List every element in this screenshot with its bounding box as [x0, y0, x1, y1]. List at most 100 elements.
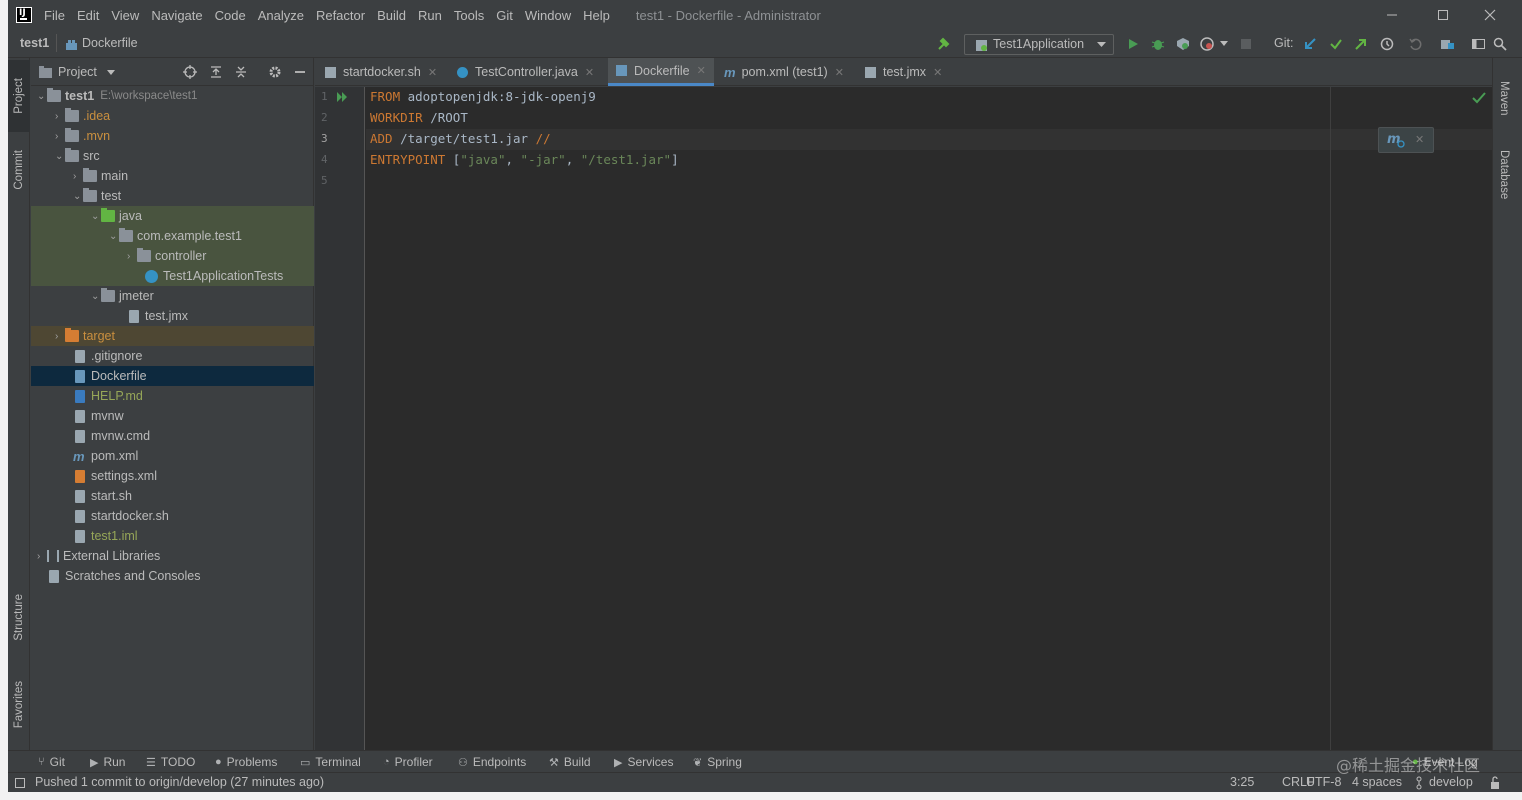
toggle-tool-windows-icon[interactable] [14, 777, 26, 789]
breadcrumb-file[interactable]: Dockerfile [82, 36, 138, 50]
menu-file[interactable]: File [44, 8, 65, 23]
close-tab-icon[interactable]: ✕ [835, 66, 844, 79]
run-configuration-select[interactable]: Test1Application [964, 34, 1114, 55]
debug-icon[interactable] [1151, 37, 1165, 51]
menu-code[interactable]: Code [215, 8, 246, 23]
presentation-mode-icon[interactable] [1471, 37, 1486, 51]
tool-endpoints[interactable]: ⚇ Endpoints [458, 755, 526, 769]
close-tab-icon[interactable]: ✕ [933, 66, 942, 79]
tool-tab-structure[interactable]: Structure [8, 580, 30, 654]
chevron-down-icon[interactable]: ⌄ [109, 231, 119, 242]
tool-tab-favorites[interactable]: Favorites [8, 668, 30, 742]
chevron-right-icon[interactable]: › [73, 171, 83, 182]
menu-tools[interactable]: Tools [454, 8, 484, 23]
tree-item-test1applicationtests[interactable]: Test1ApplicationTests [31, 266, 314, 286]
close-tab-icon[interactable]: ✕ [585, 66, 594, 79]
tool-git[interactable]: ⑂ Git [38, 755, 65, 769]
chevron-down-icon[interactable] [107, 70, 115, 75]
menu-window[interactable]: Window [525, 8, 571, 23]
chevron-down-icon[interactable]: ⌄ [55, 151, 65, 162]
code-editor[interactable]: 1 2 3 4 5 FROM adoptopenjdk:8-jdk-openj9… [315, 87, 1492, 750]
rollback-icon[interactable] [1408, 37, 1422, 51]
chevron-down-icon[interactable]: ⌄ [73, 191, 83, 202]
collapse-all-icon[interactable] [234, 65, 248, 79]
git-update-icon[interactable] [1303, 37, 1317, 51]
menu-navigate[interactable]: Navigate [151, 8, 202, 23]
tab-pom-xml[interactable]: m pom.xml (test1) ✕ [716, 58, 852, 86]
tree-item-target[interactable]: › target [31, 326, 314, 346]
git-push-icon[interactable] [1354, 37, 1368, 51]
menu-edit[interactable]: Edit [77, 8, 99, 23]
chevron-right-icon[interactable]: › [37, 551, 47, 562]
tree-item-controller[interactable]: › controller [31, 246, 314, 266]
menu-git[interactable]: Git [496, 8, 513, 23]
inspection-ok-check-icon[interactable] [1472, 92, 1486, 104]
tool-services[interactable]: ▶ Services [614, 755, 673, 769]
menu-refactor[interactable]: Refactor [316, 8, 365, 23]
close-popup-icon[interactable]: ✕ [1415, 133, 1424, 146]
history-clock-icon[interactable] [1380, 37, 1394, 51]
git-commit-check-icon[interactable] [1329, 37, 1343, 51]
chevron-right-icon[interactable]: › [127, 251, 137, 262]
run-gutter-icon[interactable] [337, 92, 348, 102]
chevron-down-icon[interactable]: ⌄ [91, 211, 101, 222]
menu-analyze[interactable]: Analyze [258, 8, 304, 23]
tree-item-scratches[interactable]: Scratches and Consoles [31, 566, 314, 586]
menu-build[interactable]: Build [377, 8, 406, 23]
tab-testcontroller-java[interactable]: TestController.java ✕ [449, 58, 602, 86]
tab-test-jmx[interactable]: test.jmx ✕ [857, 58, 950, 86]
menu-view[interactable]: View [111, 8, 139, 23]
breadcrumb-project[interactable]: test1 [20, 36, 49, 50]
build-hammer-icon[interactable] [936, 36, 952, 52]
tree-item-mvnw[interactable]: mvnw [31, 406, 314, 426]
coverage-icon[interactable] [1176, 37, 1190, 51]
minimize-icon[interactable] [1384, 7, 1400, 23]
close-tab-icon[interactable]: ✕ [697, 64, 706, 77]
tree-item-src[interactable]: ⌄ src [31, 146, 314, 166]
status-message[interactable]: Pushed 1 commit to origin/develop (27 mi… [35, 775, 324, 789]
git-branch[interactable]: develop [1429, 775, 1473, 789]
caret-position[interactable]: 3:25 [1230, 775, 1254, 789]
chevron-down-icon[interactable]: ⌄ [91, 291, 101, 302]
tab-dockerfile[interactable]: Dockerfile ✕ [608, 58, 714, 86]
gear-icon[interactable] [268, 65, 282, 79]
tree-item-java[interactable]: ⌄ java [31, 206, 314, 226]
project-view-selector[interactable]: Project [58, 65, 97, 79]
chevron-down-icon[interactable] [1220, 41, 1228, 46]
file-encoding[interactable]: UTF-8 [1306, 775, 1341, 789]
tool-build[interactable]: ⚒ Build [549, 755, 591, 769]
tab-startdocker-sh[interactable]: startdocker.sh ✕ [317, 58, 445, 86]
tool-todo[interactable]: ☰ TODO [146, 755, 195, 769]
tree-item-test-jmx[interactable]: test.jmx [31, 306, 314, 326]
search-icon[interactable] [1493, 37, 1507, 51]
tree-item-main[interactable]: › main [31, 166, 314, 186]
tree-item-gitignore[interactable]: .gitignore [31, 346, 314, 366]
menu-help[interactable]: Help [583, 8, 610, 23]
chevron-right-icon[interactable]: › [55, 111, 65, 122]
tree-item-test[interactable]: ⌄ test [31, 186, 314, 206]
locate-file-icon[interactable] [183, 65, 197, 79]
hide-panel-icon[interactable] [293, 65, 307, 79]
tool-profiler[interactable]: ◔ Profiler [383, 755, 433, 769]
chevron-right-icon[interactable]: › [55, 331, 65, 342]
tree-item-mvnw-cmd[interactable]: mvnw.cmd [31, 426, 314, 446]
tool-run[interactable]: ▶ Run [90, 755, 125, 769]
tool-tab-maven[interactable]: Maven [1493, 66, 1515, 130]
lock-icon[interactable] [1488, 776, 1502, 790]
maximize-icon[interactable] [1435, 7, 1451, 23]
tool-tab-project[interactable]: Project [8, 60, 30, 132]
tool-problems[interactable]: ● Problems [215, 755, 277, 769]
tree-item-idea[interactable]: › .idea [31, 106, 314, 126]
tool-terminal[interactable]: ▭ Terminal [300, 755, 361, 769]
profiler-icon[interactable] [1200, 37, 1214, 51]
tree-item-jmeter[interactable]: ⌄ jmeter [31, 286, 314, 306]
tree-item-package[interactable]: ⌄ com.example.test1 [31, 226, 314, 246]
close-tab-icon[interactable]: ✕ [428, 66, 437, 79]
tree-item-dockerfile[interactable]: Dockerfile [31, 366, 314, 386]
tool-tab-commit[interactable]: Commit [8, 138, 30, 202]
tree-item-external-libraries[interactable]: › External Libraries [31, 546, 314, 566]
tree-item-settings-xml[interactable]: settings.xml [31, 466, 314, 486]
indent-setting[interactable]: 4 spaces [1352, 775, 1402, 789]
run-icon[interactable] [1126, 37, 1140, 51]
tool-spring[interactable]: ❦ Spring [693, 755, 742, 769]
